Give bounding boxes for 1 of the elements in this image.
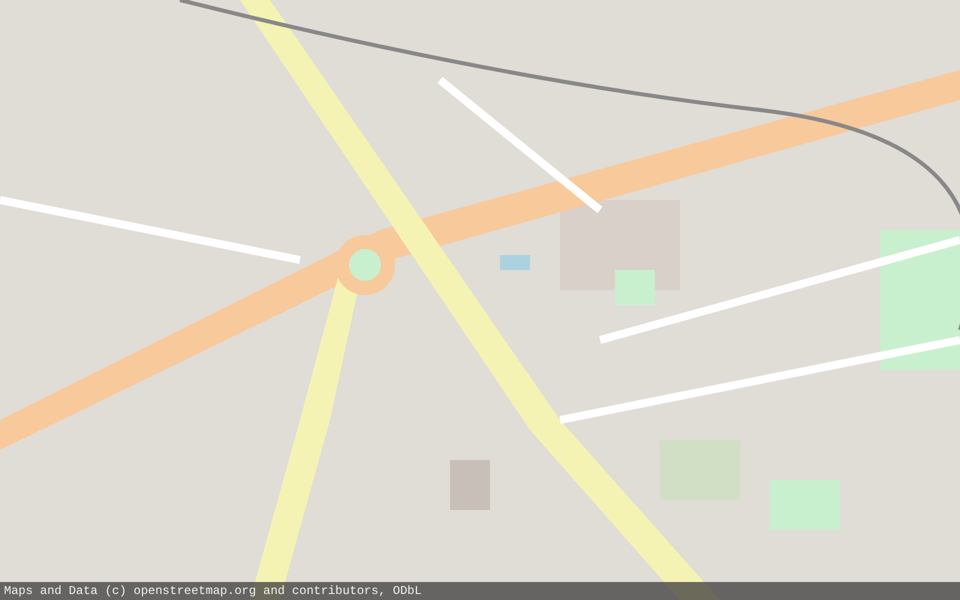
attribution-text: Maps and Data (c) openstreetmap.org and contributors, ODbL [4, 583, 422, 600]
